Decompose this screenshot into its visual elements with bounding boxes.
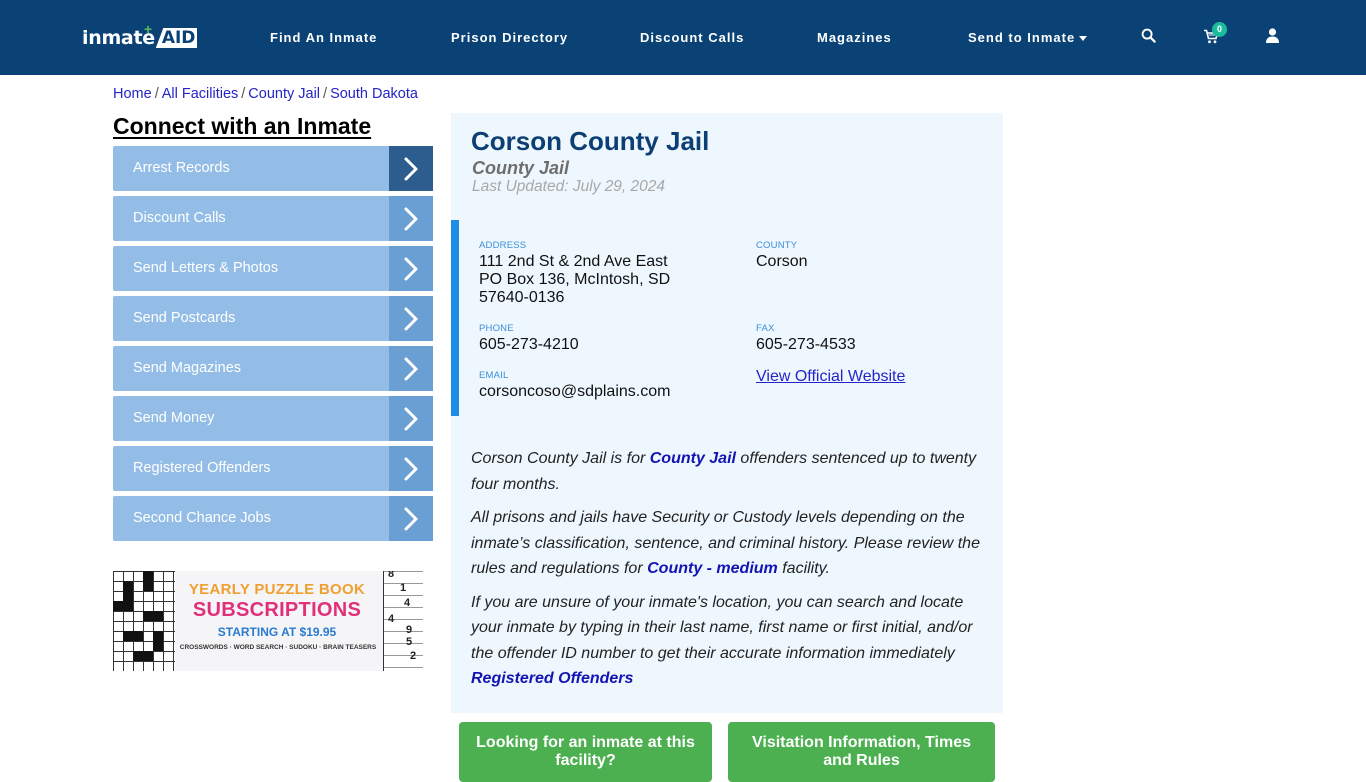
site-logo[interactable]: inmate AID xyxy=(82,26,198,50)
description-paragraph-1: Corson County Jail is for County Jail of… xyxy=(471,450,977,493)
sidebar-title: Connect with an Inmate xyxy=(113,113,372,139)
find-inmate-button[interactable]: Looking for an inmate at this facility? xyxy=(459,722,712,782)
fax-label: FAX xyxy=(756,323,775,334)
sidebar-item-label: Send Magazines xyxy=(133,360,242,376)
phone-label: PHONE xyxy=(479,323,514,334)
address-line-1: 111 2nd St & 2nd Ave East xyxy=(479,253,668,270)
account-button[interactable] xyxy=(1266,28,1279,48)
sidebar-item-label: Second Chance Jobs xyxy=(133,510,271,526)
address-line-3: 57640-0136 xyxy=(479,289,565,306)
logo-plus-icon: + xyxy=(144,21,153,37)
registered-offenders-link[interactable]: Registered Offenders xyxy=(471,670,633,687)
sidebar-item-label: Registered Offenders xyxy=(133,460,271,476)
sidebar-item-discount-calls[interactable]: Discount Calls xyxy=(113,196,433,241)
breadcrumb-all-facilities[interactable]: All Facilities xyxy=(162,86,239,102)
cart-count-badge: 0 xyxy=(1212,22,1227,37)
crossword-grid-graphic xyxy=(113,571,175,671)
nav-send-to-inmate[interactable]: Send to Inmate xyxy=(968,30,1088,45)
sidebar-item-second-chance-jobs[interactable]: Second Chance Jobs xyxy=(113,496,433,541)
ad-headline: YEARLY PUZZLE BOOK xyxy=(188,581,366,598)
caret-down-icon xyxy=(1079,36,1088,42)
last-updated: Last Updated: July 29, 2024 xyxy=(472,178,666,195)
sidebar-item-send-magazines[interactable]: Send Magazines xyxy=(113,346,433,391)
breadcrumb-separator: / xyxy=(154,86,159,102)
ad-tagline: CROSSWORDS · WORD SEARCH · SUDOKU · BRAI… xyxy=(179,644,377,651)
sidebar-item-label: Discount Calls xyxy=(133,210,226,226)
logo-accent: AID xyxy=(155,28,198,48)
puzzle-book-ad-banner[interactable]: YEARLY PUZZLE BOOK SUBSCRIPTIONS STARTIN… xyxy=(113,571,423,671)
sidebar-item-arrest-records[interactable]: Arrest Records xyxy=(113,146,433,191)
sudoku-grid-graphic: 8 1 4 4 9 5 2 xyxy=(383,571,423,671)
breadcrumb-county-jail[interactable]: County Jail xyxy=(248,86,320,102)
chevron-right-icon xyxy=(389,396,433,441)
breadcrumb: Home / All Facilities / County Jail / South Da… xyxy=(113,86,418,102)
facility-type: County Jail xyxy=(472,158,570,178)
email-value: corsoncoso@sdplains.com xyxy=(479,383,671,400)
description-paragraph-3: If you are unsure of your inmate's locat… xyxy=(471,593,973,688)
chevron-right-icon xyxy=(389,346,433,391)
facility-name: Corson County Jail xyxy=(471,126,710,156)
nav-find-an-inmate[interactable]: Find An Inmate xyxy=(270,30,377,45)
nav-discount-calls[interactable]: Discount Calls xyxy=(640,30,744,45)
visitation-info-button[interactable]: Visitation Information, Times and Rules xyxy=(728,722,995,782)
county-jail-link[interactable]: County Jail xyxy=(650,450,736,467)
sidebar-item-label: Send Money xyxy=(133,410,215,426)
nav-send-to-inmate-label: Send to Inmate xyxy=(968,30,1076,45)
sidebar-item-send-money[interactable]: Send Money xyxy=(113,396,433,441)
county-label: COUNTY xyxy=(756,240,798,251)
address-value: 111 2nd St & 2nd Ave East PO Box 136, Mc… xyxy=(479,253,670,307)
fax-value: 605-273-4533 xyxy=(756,336,856,353)
ad-price: STARTING AT $19.95 xyxy=(217,625,337,639)
facility-contact-info: ADDRESS 111 2nd St & 2nd Ave East PO Box… xyxy=(451,220,1003,416)
chevron-right-icon xyxy=(389,446,433,491)
breadcrumb-separator: / xyxy=(241,86,246,102)
nav-magazines[interactable]: Magazines xyxy=(817,30,892,45)
search-icon xyxy=(1141,28,1156,43)
search-button[interactable] xyxy=(1141,28,1156,48)
chevron-right-icon xyxy=(389,146,433,191)
breadcrumb-separator: / xyxy=(323,86,328,102)
sidebar-menu: Arrest Records Discount Calls Send Lette… xyxy=(113,146,433,546)
security-level-link[interactable]: County - medium xyxy=(647,560,778,577)
description-paragraph-2: All prisons and jails have Security or C… xyxy=(471,509,980,577)
county-value: Corson xyxy=(756,253,808,270)
sidebar-item-label: Send Letters & Photos xyxy=(133,260,279,276)
phone-value: 605-273-4210 xyxy=(479,336,579,353)
email-label: EMAIL xyxy=(479,370,509,381)
breadcrumb-south-dakota[interactable]: South Dakota xyxy=(330,86,418,102)
chevron-right-icon xyxy=(389,246,433,291)
sidebar-item-send-postcards[interactable]: Send Postcards xyxy=(113,296,433,341)
chevron-right-icon xyxy=(389,196,433,241)
facility-description: Corson County Jail is for County Jail of… xyxy=(471,446,991,700)
address-label: ADDRESS xyxy=(479,240,527,251)
ad-subheadline: SUBSCRIPTIONS xyxy=(192,599,362,621)
sidebar-item-label: Arrest Records xyxy=(133,160,230,176)
user-icon xyxy=(1266,28,1279,43)
official-website-link[interactable]: View Official Website xyxy=(756,368,905,386)
address-line-2: PO Box 136, McIntosh, SD xyxy=(479,271,671,288)
breadcrumb-home[interactable]: Home xyxy=(113,86,152,102)
chevron-right-icon xyxy=(389,496,433,541)
sidebar-item-label: Send Postcards xyxy=(133,310,236,326)
chevron-right-icon xyxy=(389,296,433,341)
sidebar-item-send-letters-photos[interactable]: Send Letters & Photos xyxy=(113,246,433,291)
sidebar-item-registered-offenders[interactable]: Registered Offenders xyxy=(113,446,433,491)
nav-prison-directory[interactable]: Prison Directory xyxy=(451,30,568,45)
top-navbar: inmate AID + Find An Inmate Prison Direc… xyxy=(0,0,1366,75)
